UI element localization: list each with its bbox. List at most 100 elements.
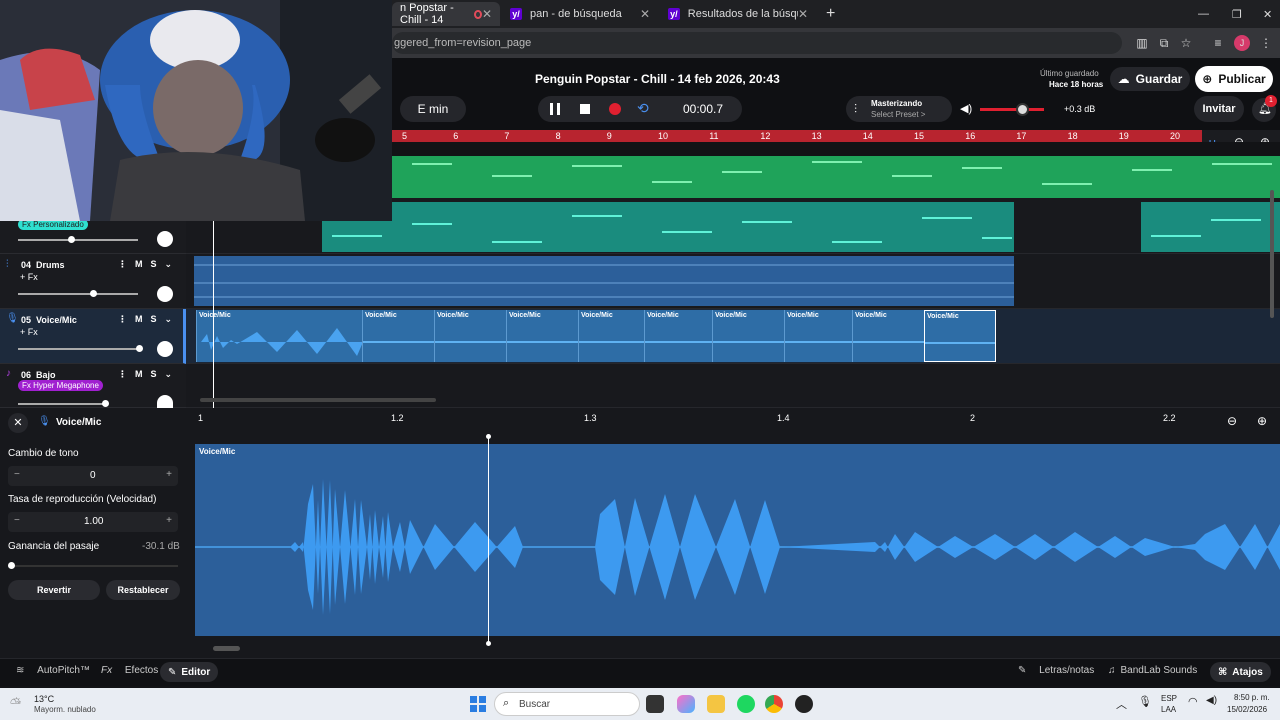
lyrics-button[interactable]: ✎ Letras/notas — [1018, 665, 1094, 676]
pan-knob[interactable] — [157, 395, 173, 408]
clock-time[interactable]: 8:50 p. m. — [1234, 693, 1270, 702]
plus-icon[interactable]: + — [166, 469, 172, 480]
pan-knob[interactable] — [157, 286, 173, 302]
mute-button[interactable]: M — [135, 314, 143, 325]
notifications-button[interactable]: 🔔︎ 1 — [1252, 95, 1277, 122]
voice-region[interactable]: Voice/Mic Voice/Mic Voice/Mic Voice/Mic … — [196, 310, 996, 362]
voice-clip[interactable]: Voice/Mic — [434, 310, 507, 362]
autopitch-button[interactable]: ≋ AutoPitch™ — [16, 665, 90, 676]
volume-slider[interactable] — [980, 103, 1044, 116]
editor-ruler[interactable]: 1 1.2 1.3 1.4 2 2.2 — [195, 408, 1215, 430]
obs-icon[interactable] — [795, 695, 813, 713]
chevron-down-icon[interactable]: ⌄ — [165, 314, 173, 325]
mute-button[interactable]: M — [135, 369, 143, 380]
close-window-icon[interactable]: ✕ — [1255, 2, 1275, 26]
solo-button[interactable]: S — [151, 314, 157, 325]
tab-search-1[interactable]: y/ pan - de búsqueda ✕ — [502, 2, 658, 26]
pan-knob[interactable] — [157, 231, 173, 247]
pitch-stepper[interactable]: − 0 + — [8, 466, 178, 486]
taskbar-search[interactable]: ⌕ Buscar — [494, 692, 640, 716]
effects-button[interactable]: Fx Efectos — [101, 665, 158, 676]
fx-tag[interactable]: Fx Hyper Megaphone — [18, 380, 103, 391]
chevron-down-icon[interactable]: ⌄ — [165, 369, 173, 380]
track-volume-slider[interactable] — [18, 290, 138, 297]
stop-icon[interactable] — [580, 104, 590, 114]
minus-icon[interactable]: − — [14, 469, 20, 480]
chords-region-2[interactable] — [1141, 202, 1280, 252]
voice-clip[interactable]: Voice/Mic — [196, 310, 363, 362]
language-2[interactable]: LAA — [1161, 705, 1176, 714]
editor-clip[interactable]: Voice/Mic — [195, 444, 1280, 636]
bookmark-star-icon[interactable]: ☆ — [1178, 35, 1194, 51]
chevron-up-icon[interactable]: ︿ — [1116, 696, 1127, 712]
solo-button[interactable]: S — [151, 259, 157, 270]
minus-icon[interactable]: − — [14, 515, 20, 526]
spotify-icon[interactable] — [737, 695, 755, 713]
zoom-out-icon[interactable]: ⊖ — [1227, 414, 1237, 428]
track-volume-slider[interactable] — [18, 236, 138, 243]
volume-knob[interactable] — [1016, 103, 1029, 116]
voice-clip[interactable]: Voice/Mic — [506, 310, 579, 362]
publish-button[interactable]: ⊕ Publicar — [1195, 66, 1273, 92]
playhead[interactable] — [213, 221, 214, 408]
language-1[interactable]: ESP — [1161, 694, 1177, 703]
save-button[interactable]: ☁ Guardar — [1110, 67, 1190, 91]
voice-clip[interactable]: Voice/Mic — [362, 310, 435, 362]
timeline-ruler[interactable]: 5 6 7 8 9 10 11 12 13 14 15 16 17 18 19 20 — [392, 130, 1202, 142]
close-tab-icon[interactable]: ✕ — [482, 7, 492, 21]
chevron-down-icon[interactable]: ⌄ — [165, 259, 173, 270]
url-field[interactable]: ggered_from=revision_page — [392, 32, 1122, 54]
close-tab-icon[interactable]: ✕ — [640, 7, 650, 21]
drums-region[interactable] — [194, 256, 1014, 306]
gain-slider[interactable] — [8, 562, 178, 569]
minimize-icon[interactable]: — — [1190, 2, 1210, 26]
tracks-vscrollbar[interactable] — [1270, 190, 1274, 318]
voice-clip[interactable]: Voice/Mic — [578, 310, 645, 362]
revert-button[interactable]: Revertir — [8, 580, 100, 600]
task-view-icon[interactable] — [646, 695, 664, 713]
windows-start-icon[interactable] — [470, 696, 486, 712]
voice-clip[interactable]: Voice/Mic — [712, 310, 785, 362]
media-icon[interactable]: ≡ — [1210, 35, 1226, 51]
new-tab-button[interactable]: + — [818, 2, 840, 26]
chords-region-1[interactable] — [322, 202, 1014, 252]
solo-button[interactable]: S — [151, 369, 157, 380]
rate-stepper[interactable]: − 1.00 + — [8, 512, 178, 532]
add-fx-button[interactable]: + Fx — [20, 272, 38, 282]
chrome-icon[interactable] — [765, 695, 783, 713]
reading-mode-icon[interactable]: ▥ — [1134, 35, 1150, 51]
editor-hscrollbar[interactable] — [213, 646, 240, 651]
wifi-icon[interactable]: ◠ — [1188, 695, 1198, 708]
track-volume-slider[interactable] — [18, 400, 109, 407]
voice-clip[interactable]: Voice/Mic — [852, 310, 925, 362]
plus-icon[interactable]: + — [166, 515, 172, 526]
bandlab-sounds-button[interactable]: ♫ BandLab Sounds — [1108, 665, 1197, 676]
key-selector[interactable]: E min — [400, 96, 466, 122]
speaker-icon[interactable]: ◀) — [960, 102, 972, 115]
loop-icon[interactable]: ⟲ — [637, 100, 649, 117]
mastering-button[interactable]: ⫶ Masterizando Select Preset > — [846, 96, 952, 122]
file-explorer-icon[interactable] — [707, 695, 725, 713]
voice-clip[interactable]: Voice/Mic — [644, 310, 713, 362]
clock-date[interactable]: 15/02/2026 — [1227, 705, 1267, 714]
invite-button[interactable]: Invitar — [1194, 96, 1244, 122]
voice-clip-selected[interactable]: Voice/Mic — [924, 310, 996, 362]
voice-clip[interactable]: Voice/Mic — [784, 310, 853, 362]
track-volume-slider[interactable] — [18, 345, 143, 352]
mute-button[interactable]: M — [135, 259, 143, 270]
volume-icon[interactable]: ◀) — [1206, 695, 1217, 706]
synth-region[interactable] — [392, 156, 1280, 198]
shortcuts-button[interactable]: ⌘ Atajos — [1210, 662, 1271, 682]
copilot-icon[interactable] — [677, 695, 695, 713]
profile-avatar[interactable]: J — [1234, 35, 1250, 51]
tab-penguin-popstar[interactable]: n Popstar - Chill - 14 ✕ — [392, 2, 500, 26]
close-tab-icon[interactable]: ✕ — [798, 7, 808, 21]
microphone-icon[interactable]: 🎙︎ — [1138, 695, 1152, 708]
reset-button[interactable]: Restablecer — [106, 580, 180, 600]
install-icon[interactable]: ⧉ — [1156, 35, 1172, 51]
pause-icon[interactable] — [550, 103, 560, 115]
zoom-in-icon[interactable]: ⊕ — [1257, 414, 1267, 428]
menu-kebab-icon[interactable]: ⋮ — [1258, 35, 1274, 51]
close-icon[interactable]: ✕ — [8, 413, 28, 433]
editor-playhead[interactable] — [486, 434, 491, 646]
